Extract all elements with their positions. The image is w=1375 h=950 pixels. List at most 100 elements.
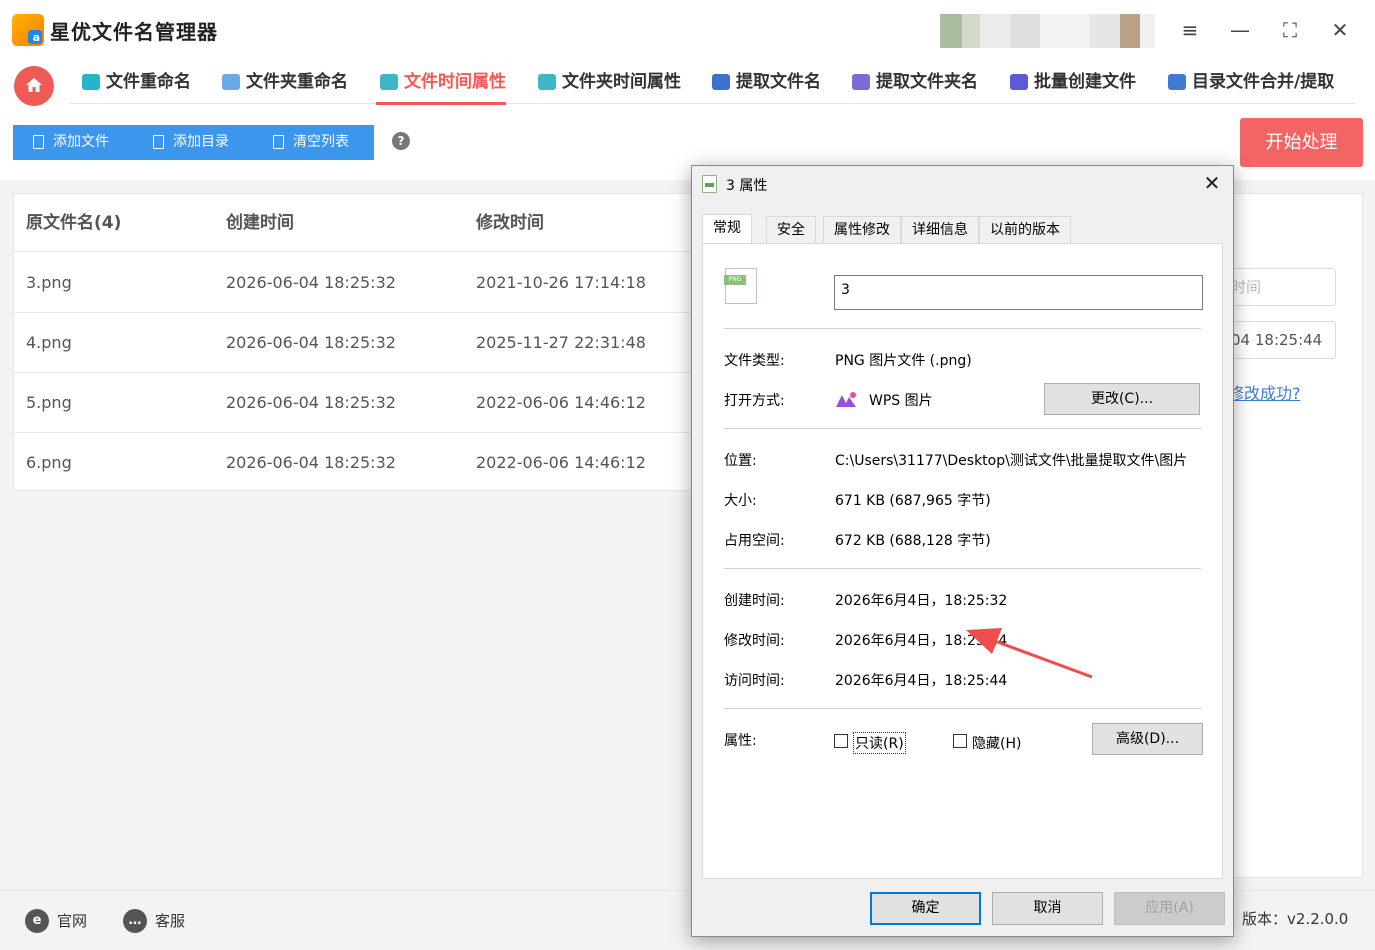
minimize-icon[interactable]: — [1226,16,1254,44]
success-help-link[interactable]: 修改成功? [1228,380,1301,404]
header-created[interactable]: 创建时间 [226,194,294,252]
nav-tab-label: 提取文件名 [736,72,821,92]
tab-security[interactable]: 安全 [766,216,816,243]
close-icon[interactable]: ✕ [1326,16,1354,44]
help-icon[interactable]: ? [392,132,410,150]
table-row[interactable]: 4.png 2026-06-04 18:25:32 2025-11-27 22:… [14,313,702,373]
tab-merge-extract[interactable]: 目录文件合并/提取 [1164,60,1334,104]
website-link[interactable]: e 官网 [25,909,87,933]
png-tag: PNG [724,275,746,285]
file-name-input[interactable]: 3 [834,275,1203,310]
change-button[interactable]: 更改(C)... [1044,383,1200,415]
file-icon [33,135,44,149]
app-title: 星优文件名管理器 [50,20,218,44]
tab-file-time[interactable]: 文件时间属性 [376,60,506,105]
divider [724,328,1201,329]
rename-icon [82,74,100,90]
header-modified[interactable]: 修改时间 [476,194,544,252]
nav-tab-label: 提取文件夹名 [876,72,978,92]
tab-details[interactable]: 详细信息 [901,216,979,243]
start-processing-button[interactable]: 开始处理 [1240,118,1363,167]
tab-extract-filename[interactable]: 提取文件名 [708,60,821,104]
hidden-label[interactable]: 隐藏(H) [972,733,1021,753]
general-panel: PNG 3 文件类型: PNG 图片文件 (.png) 打开方式: WPS 图片… [702,243,1223,879]
ok-button[interactable]: 确定 [870,892,981,925]
tab-attribute-modify[interactable]: 属性修改 [823,216,901,243]
tab-previous-versions[interactable]: 以前的版本 [979,216,1071,243]
cell-filename: 3.png [26,273,72,292]
clear-list-button[interactable]: 清空列表 [253,125,374,160]
cell-created: 2026-06-04 18:25:32 [226,273,396,292]
header-filename[interactable]: 原文件名(4) [26,194,121,252]
tab-folder-time[interactable]: 文件夹时间属性 [534,60,681,104]
main-nav: 文件重命名 文件夹重命名 文件时间属性 文件夹时间属性 提取文件名 提取文件夹名 批量创建文… [70,60,1355,105]
cell-modified: 2022-06-06 14:46:12 [476,453,646,472]
cancel-button[interactable]: 取消 [992,892,1103,925]
readonly-label[interactable]: 只读(R) [853,732,906,754]
cell-modified: 2021-10-26 17:14:18 [476,273,646,292]
app-logo: a [12,14,44,46]
nav-tab-label: 目录文件合并/提取 [1192,72,1335,92]
nav-tab-label: 文件重命名 [106,72,191,92]
add-file-label: 添加文件 [53,134,109,150]
dialog-close-icon[interactable]: ✕ [1201,170,1223,196]
tab-batch-create[interactable]: 批量创建文件 [1006,60,1136,104]
properties-dialog: 3 属性 ✕ 常规 安全 属性修改 详细信息 以前的版本 PNG 3 文件类型:… [691,165,1234,937]
dialog-title: 3 属性 [726,178,768,194]
user-avatar[interactable] [940,14,1155,48]
tab-rename[interactable]: 文件重命名 [78,60,191,104]
file-type-label: 文件类型: [724,353,785,369]
cell-created: 2026-06-04 18:25:32 [226,393,396,412]
location-label: 位置: [724,453,757,469]
wps-icon [836,392,856,407]
size-label: 大小: [724,493,757,509]
size-value: 671 KB (687,965 字节) [835,493,991,509]
png-file-icon [702,175,717,193]
accessed-time-label: 访问时间: [724,673,785,689]
add-directory-button[interactable]: 添加目录 [133,125,254,160]
support-link[interactable]: … 客服 [123,909,185,933]
tab-extract-foldername[interactable]: 提取文件夹名 [848,60,978,104]
support-label: 客服 [155,912,186,930]
modified-time-label: 修改时间: [724,633,785,649]
table-row[interactable]: 5.png 2026-06-04 18:25:32 2022-06-06 14:… [14,373,702,433]
clear-list-label: 清空列表 [293,134,349,150]
table-header: 原文件名(4) 创建时间 修改时间 [14,194,702,252]
readonly-checkbox[interactable] [834,734,848,748]
settings-icon[interactable]: ≡ [1176,16,1204,44]
add-file-button[interactable]: 添加文件 [13,125,134,160]
folder-time-icon [538,74,556,90]
advanced-button[interactable]: 高级(D)... [1092,723,1203,755]
hidden-checkbox[interactable] [953,734,967,748]
open-with-value: WPS 图片 [869,393,933,409]
cell-filename: 4.png [26,333,72,352]
accessed-time-value: 2026年6月4日，18:25:44 [835,673,1008,689]
table-row[interactable]: 3.png 2026-06-04 18:25:32 2021-10-26 17:… [14,253,702,313]
created-time-label: 创建时间: [724,593,785,609]
tab-folder-rename[interactable]: 文件夹重命名 [218,60,348,104]
disk-size-value: 672 KB (688,128 字节) [835,533,991,549]
folder-icon [153,135,164,149]
title-bar: a 星优文件名管理器 ≡ — ⛶ ✕ [0,0,1375,58]
website-label: 官网 [57,912,88,930]
tab-general[interactable]: 常规 [702,214,752,243]
nav-tab-label: 文件时间属性 [404,72,506,92]
folder-rename-icon [222,74,240,90]
merge-extract-icon [1168,74,1186,90]
cell-created: 2026-06-04 18:25:32 [226,333,396,352]
maximize-icon[interactable]: ⛶ [1276,16,1304,44]
trash-icon [273,135,284,149]
version-label: 版本：v2.2.0.0 [1242,910,1349,928]
home-button[interactable] [14,66,54,106]
home-icon [26,78,42,92]
nav-tab-label: 批量创建文件 [1034,72,1136,92]
cell-filename: 6.png [26,453,72,472]
file-type-value: PNG 图片文件 (.png) [835,353,972,369]
attributes-label: 属性: [724,733,757,749]
cell-created: 2026-06-04 18:25:32 [226,453,396,472]
file-table: 原文件名(4) 创建时间 修改时间 3.png 2026-06-04 18:25… [13,193,703,491]
extract-foldername-icon [852,74,870,90]
table-row[interactable]: 6.png 2026-06-04 18:25:32 2022-06-06 14:… [14,433,702,493]
divider [724,428,1201,429]
apply-button[interactable]: 应用(A) [1114,892,1225,925]
